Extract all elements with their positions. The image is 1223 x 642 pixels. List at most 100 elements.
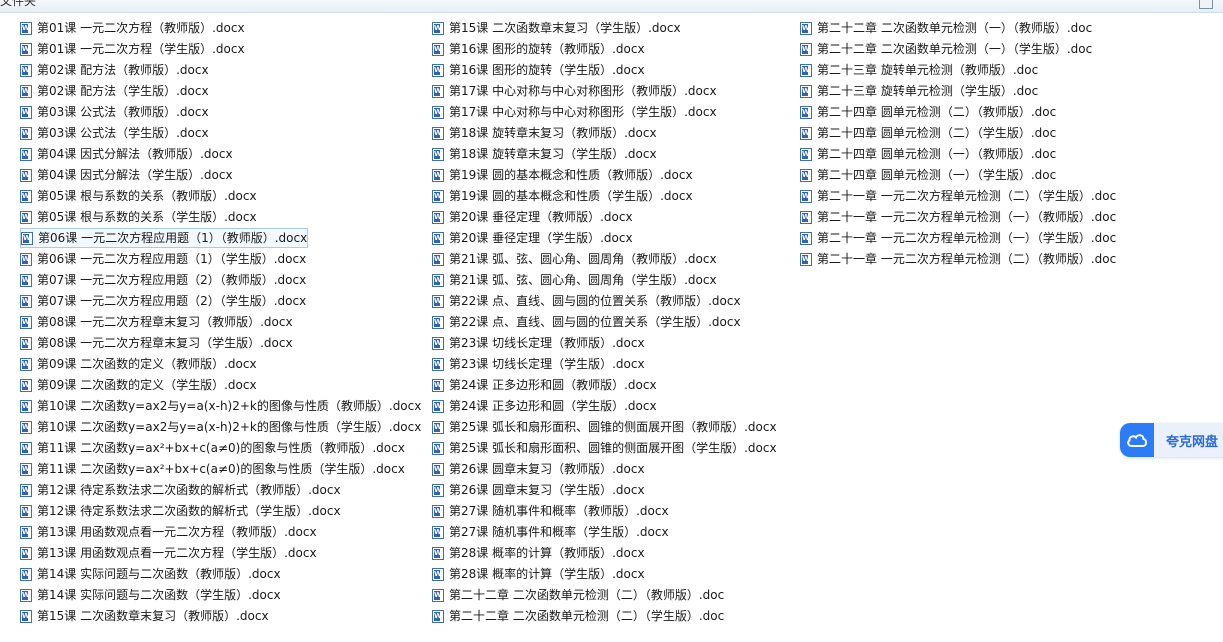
file-item[interactable]: 第19课 圆的基本概念和性质（学生版）.docx — [432, 186, 693, 206]
word-document-icon — [432, 210, 444, 224]
file-item[interactable]: 第06课 一元二次方程应用题（1）（教师版）.docx — [20, 228, 309, 248]
file-item[interactable]: 第11课 二次函数y=ax²+bx+c(a≠0)的图象与性质（教师版）.docx — [20, 438, 405, 458]
file-item[interactable]: 第12课 待定系数法求二次函数的解析式（教师版）.docx — [20, 480, 341, 500]
file-item[interactable]: 第24课 正多边形和圆（学生版）.docx — [432, 396, 657, 416]
file-item[interactable]: 第二十四章 圆单元检测（一）（教师版）.doc — [800, 144, 1056, 164]
file-item[interactable]: 第二十四章 圆单元检测（二）（学生版）.doc — [800, 123, 1056, 143]
file-item[interactable]: 第26课 圆章末复习（学生版）.docx — [432, 480, 645, 500]
file-name: 第25课 弧长和扇形面积、圆锥的侧面展开图（教师版）.docx — [449, 420, 777, 434]
file-item[interactable]: 第27课 随机事件和概率（教师版）.docx — [432, 501, 669, 521]
file-name: 第二十一章 一元二次方程单元检测（二）（学生版）.doc — [817, 189, 1117, 203]
file-item[interactable]: 第18课 旋转章末复习（教师版）.docx — [432, 123, 657, 143]
file-item[interactable]: 第07课 一元二次方程应用题（2）（教师版）.docx — [20, 270, 306, 290]
file-item[interactable]: 第11课 二次函数y=ax²+bx+c(a≠0)的图象与性质（学生版）.docx — [20, 459, 405, 479]
file-item[interactable]: 第20课 垂径定理（学生版）.docx — [432, 228, 633, 248]
file-item[interactable]: 第二十二章 二次函数单元检测（二）（学生版）.doc — [432, 606, 724, 626]
file-item[interactable]: 第08课 一元二次方程章末复习（学生版）.docx — [20, 333, 293, 353]
file-name: 第11课 二次函数y=ax²+bx+c(a≠0)的图象与性质（学生版）.docx — [37, 462, 405, 476]
file-item[interactable]: 第13课 用函数观点看一元二次方程（学生版）.docx — [20, 543, 317, 563]
window-control-icon[interactable] — [1199, 0, 1213, 9]
file-item[interactable]: 第17课 中心对称与中心对称图形（学生版）.docx — [432, 102, 717, 122]
file-item[interactable]: 第18课 旋转章末复习（学生版）.docx — [432, 144, 657, 164]
file-item[interactable]: 第二十三章 旋转单元检测（学生版）.doc — [800, 81, 1038, 101]
file-item[interactable]: 第21课 弧、弦、圆心角、圆周角（学生版）.docx — [432, 270, 717, 290]
file-item[interactable]: 第03课 公式法（学生版）.docx — [20, 123, 209, 143]
file-name: 第07课 一元二次方程应用题（2）（教师版）.docx — [37, 273, 307, 287]
file-item[interactable]: 第28课 概率的计算（教师版）.docx — [432, 543, 645, 563]
word-document-icon — [432, 126, 444, 140]
file-item[interactable]: 第10课 二次函数y=ax2与y=a(x-h)2+k的图像与性质（教师版）.do… — [20, 396, 421, 416]
file-name: 第21课 弧、弦、圆心角、圆周角（教师版）.docx — [449, 252, 717, 266]
quark-drive-badge[interactable]: 夸克网盘 — [1120, 423, 1223, 457]
file-item[interactable]: 第21课 弧、弦、圆心角、圆周角（教师版）.docx — [432, 249, 717, 269]
file-item[interactable]: 第20课 垂径定理（教师版）.docx — [432, 207, 633, 227]
file-item[interactable]: 第08课 一元二次方程章末复习（教师版）.docx — [20, 312, 293, 332]
file-item[interactable]: 第25课 弧长和扇形面积、圆锥的侧面展开图（学生版）.docx — [432, 438, 777, 458]
file-item[interactable]: 第二十一章 一元二次方程单元检测（一）（学生版）.doc — [800, 228, 1116, 248]
file-item[interactable]: 第04课 因式分解法（教师版）.docx — [20, 144, 233, 164]
file-item[interactable]: 第09课 二次函数的定义（教师版）.docx — [20, 354, 257, 374]
file-item[interactable]: 第19课 圆的基本概念和性质（教师版）.docx — [432, 165, 693, 185]
file-item[interactable]: 第14课 实际问题与二次函数（教师版）.docx — [20, 564, 281, 584]
file-item[interactable]: 第16课 图形的旋转（学生版）.docx — [432, 60, 645, 80]
file-name: 第25课 弧长和扇形面积、圆锥的侧面展开图（学生版）.docx — [449, 441, 777, 455]
file-item[interactable]: 第二十三章 旋转单元检测（教师版）.doc — [800, 60, 1038, 80]
file-item[interactable]: 第07课 一元二次方程应用题（2）（学生版）.docx — [20, 291, 306, 311]
word-document-icon — [20, 567, 32, 581]
file-item[interactable]: 第09课 二次函数的定义（学生版）.docx — [20, 375, 257, 395]
word-document-icon — [800, 231, 812, 245]
file-name: 第01课 一元二次方程（学生版）.docx — [37, 42, 245, 56]
file-name: 第11课 二次函数y=ax²+bx+c(a≠0)的图象与性质（教师版）.docx — [37, 441, 405, 455]
file-name: 第18课 旋转章末复习（学生版）.docx — [449, 147, 657, 161]
word-document-icon — [800, 84, 812, 98]
word-document-icon — [432, 21, 444, 35]
file-item[interactable]: 第05课 根与系数的关系（教师版）.docx — [20, 186, 257, 206]
word-document-icon — [432, 42, 444, 56]
file-item[interactable]: 第二十二章 二次函数单元检测（二）（教师版）.doc — [432, 585, 724, 605]
file-item[interactable]: 第二十四章 圆单元检测（一）（学生版）.doc — [800, 165, 1056, 185]
word-document-icon — [21, 231, 33, 245]
file-item[interactable]: 第二十一章 一元二次方程单元检测（一）（教师版）.doc — [800, 207, 1116, 227]
file-item[interactable]: 第05课 根与系数的关系（学生版）.docx — [20, 207, 257, 227]
file-item[interactable]: 第23课 切线长定理（学生版）.docx — [432, 354, 645, 374]
file-item[interactable]: 第01课 一元二次方程（学生版）.docx — [20, 39, 245, 59]
file-name: 第09课 二次函数的定义（学生版）.docx — [37, 378, 257, 392]
file-item[interactable]: 第17课 中心对称与中心对称图形（教师版）.docx — [432, 81, 717, 101]
file-item[interactable]: 第二十二章 二次函数单元检测（一）（教师版）.doc — [800, 18, 1092, 38]
file-item[interactable]: 第24课 正多边形和圆（教师版）.docx — [432, 375, 657, 395]
word-document-icon — [432, 357, 444, 371]
file-item[interactable]: 第10课 二次函数y=ax2与y=a(x-h)2+k的图像与性质（学生版）.do… — [20, 417, 421, 437]
file-item[interactable]: 第15课 二次函数章末复习（学生版）.docx — [432, 18, 681, 38]
file-item[interactable]: 第12课 待定系数法求二次函数的解析式（学生版）.docx — [20, 501, 341, 521]
file-item[interactable]: 第二十二章 二次函数单元检测（一）（学生版）.doc — [800, 39, 1092, 59]
file-item[interactable]: 第28课 概率的计算（学生版）.docx — [432, 564, 645, 584]
word-document-icon — [432, 273, 444, 287]
file-item[interactable]: 第03课 公式法（教师版）.docx — [20, 102, 209, 122]
file-item[interactable]: 第04课 因式分解法（学生版）.docx — [20, 165, 233, 185]
file-item[interactable]: 第01课 一元二次方程（教师版）.docx — [20, 18, 245, 38]
file-item[interactable]: 第二十一章 一元二次方程单元检测（二）（教师版）.doc — [800, 249, 1116, 269]
file-name: 第二十三章 旋转单元检测（学生版）.doc — [817, 84, 1039, 98]
file-item[interactable]: 第27课 随机事件和概率（学生版）.docx — [432, 522, 669, 542]
file-item[interactable]: 第22课 点、直线、圆与圆的位置关系（教师版）.docx — [432, 291, 741, 311]
word-document-icon — [432, 315, 444, 329]
file-item[interactable]: 第02课 配方法（教师版）.docx — [20, 60, 209, 80]
file-item[interactable]: 第13课 用函数观点看一元二次方程（教师版）.docx — [20, 522, 317, 542]
file-item[interactable]: 第02课 配方法（学生版）.docx — [20, 81, 209, 101]
file-item[interactable]: 第26课 圆章末复习（教师版）.docx — [432, 459, 645, 479]
file-name: 第13课 用函数观点看一元二次方程（教师版）.docx — [37, 525, 317, 539]
word-document-icon — [20, 294, 32, 308]
file-item[interactable]: 第16课 图形的旋转（教师版）.docx — [432, 39, 645, 59]
file-item[interactable]: 第06课 一元二次方程应用题（1）（学生版）.docx — [20, 249, 306, 269]
file-name: 第01课 一元二次方程（教师版）.docx — [37, 21, 245, 35]
word-document-icon — [432, 504, 444, 518]
file-item[interactable]: 第22课 点、直线、圆与圆的位置关系（学生版）.docx — [432, 312, 741, 332]
file-item[interactable]: 第二十一章 一元二次方程单元检测（二）（学生版）.doc — [800, 186, 1116, 206]
file-name: 第二十一章 一元二次方程单元检测（二）（教师版）.doc — [817, 252, 1117, 266]
file-item[interactable]: 第25课 弧长和扇形面积、圆锥的侧面展开图（教师版）.docx — [432, 417, 777, 437]
file-item[interactable]: 第二十四章 圆单元检测（二）（教师版）.doc — [800, 102, 1056, 122]
file-item[interactable]: 第15课 二次函数章末复习（教师版）.docx — [20, 606, 269, 626]
file-item[interactable]: 第14课 实际问题与二次函数（学生版）.docx — [20, 585, 281, 605]
word-document-icon — [800, 42, 812, 56]
file-item[interactable]: 第23课 切线长定理（教师版）.docx — [432, 333, 645, 353]
